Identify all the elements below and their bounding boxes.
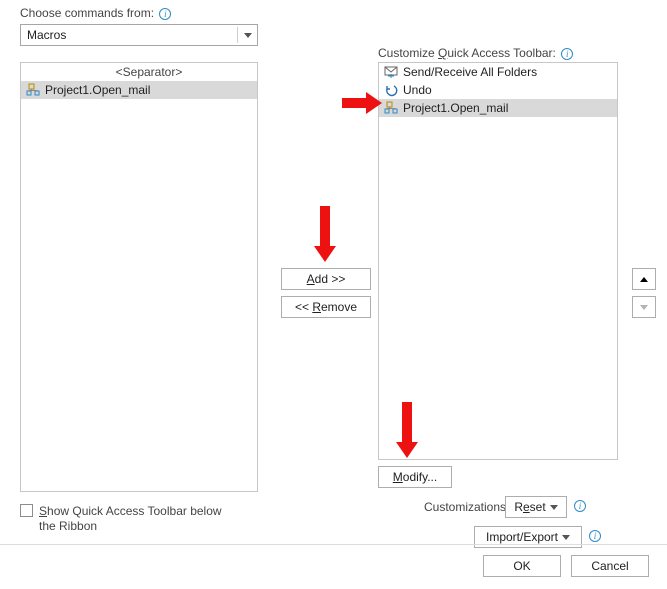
list-item-label: Project1.Open_mail	[403, 101, 508, 115]
macro-icon	[383, 100, 399, 116]
show-qat-below-ribbon-label: Show Quick Access Toolbar below the Ribb…	[39, 504, 240, 534]
reset-button[interactable]: Reset	[505, 496, 567, 518]
qat-commands-list[interactable]: Send/Receive All Folders Undo Project1.O…	[378, 62, 618, 460]
commands-source-dropdown[interactable]: Macros	[20, 24, 258, 46]
list-item[interactable]: <Separator>	[21, 63, 257, 81]
remove-button-label: << Remove	[295, 300, 357, 314]
undo-icon	[383, 82, 399, 98]
list-item[interactable]: Send/Receive All Folders	[379, 63, 617, 81]
send-receive-icon	[383, 64, 399, 80]
add-button-label: Add >>	[307, 272, 346, 286]
ok-button[interactable]: OK	[483, 555, 561, 577]
remove-button[interactable]: << Remove	[281, 296, 371, 318]
move-up-button[interactable]	[632, 268, 656, 290]
customize-qat-label: Customize Quick Access Toolbar:	[378, 46, 556, 60]
cancel-button[interactable]: Cancel	[571, 555, 649, 577]
import-export-button-label: Import/Export	[486, 530, 558, 544]
ok-button-label: OK	[513, 559, 530, 573]
move-down-button[interactable]	[632, 296, 656, 318]
add-button[interactable]: Add >>	[281, 268, 371, 290]
annotation-arrow	[342, 92, 382, 114]
list-item-label: Project1.Open_mail	[45, 83, 150, 97]
info-icon[interactable]: i	[561, 48, 573, 60]
modify-button[interactable]: Modify...	[378, 466, 452, 488]
divider	[0, 544, 667, 545]
customizations-label: Customizations:	[424, 500, 509, 514]
list-item[interactable]: Undo	[379, 81, 617, 99]
chevron-down-icon	[640, 305, 648, 310]
separator-icon	[25, 64, 41, 80]
reset-button-label: Reset	[514, 500, 545, 514]
macro-icon	[25, 82, 41, 98]
info-icon[interactable]: i	[159, 8, 171, 20]
list-item[interactable]: Project1.Open_mail	[379, 99, 617, 117]
modify-button-label: Modify...	[393, 470, 437, 484]
list-item[interactable]: Project1.Open_mail	[21, 81, 257, 99]
available-commands-list[interactable]: <Separator> Project1.Open_mail	[20, 62, 258, 492]
show-qat-below-ribbon-checkbox[interactable]: Show Quick Access Toolbar below the Ribb…	[20, 504, 240, 534]
list-item-label: <Separator>	[45, 65, 253, 79]
commands-source-value: Macros	[27, 28, 66, 42]
cancel-button-label: Cancel	[591, 559, 628, 573]
list-item-label: Send/Receive All Folders	[403, 65, 537, 79]
annotation-arrow	[314, 206, 336, 264]
chevron-up-icon	[640, 277, 648, 282]
list-item-label: Undo	[403, 83, 432, 97]
choose-commands-label: Choose commands from:	[20, 6, 154, 20]
chevron-down-icon	[237, 27, 253, 43]
info-icon[interactable]: i	[589, 530, 601, 542]
info-icon[interactable]: i	[574, 500, 586, 512]
checkbox-icon	[20, 504, 33, 517]
